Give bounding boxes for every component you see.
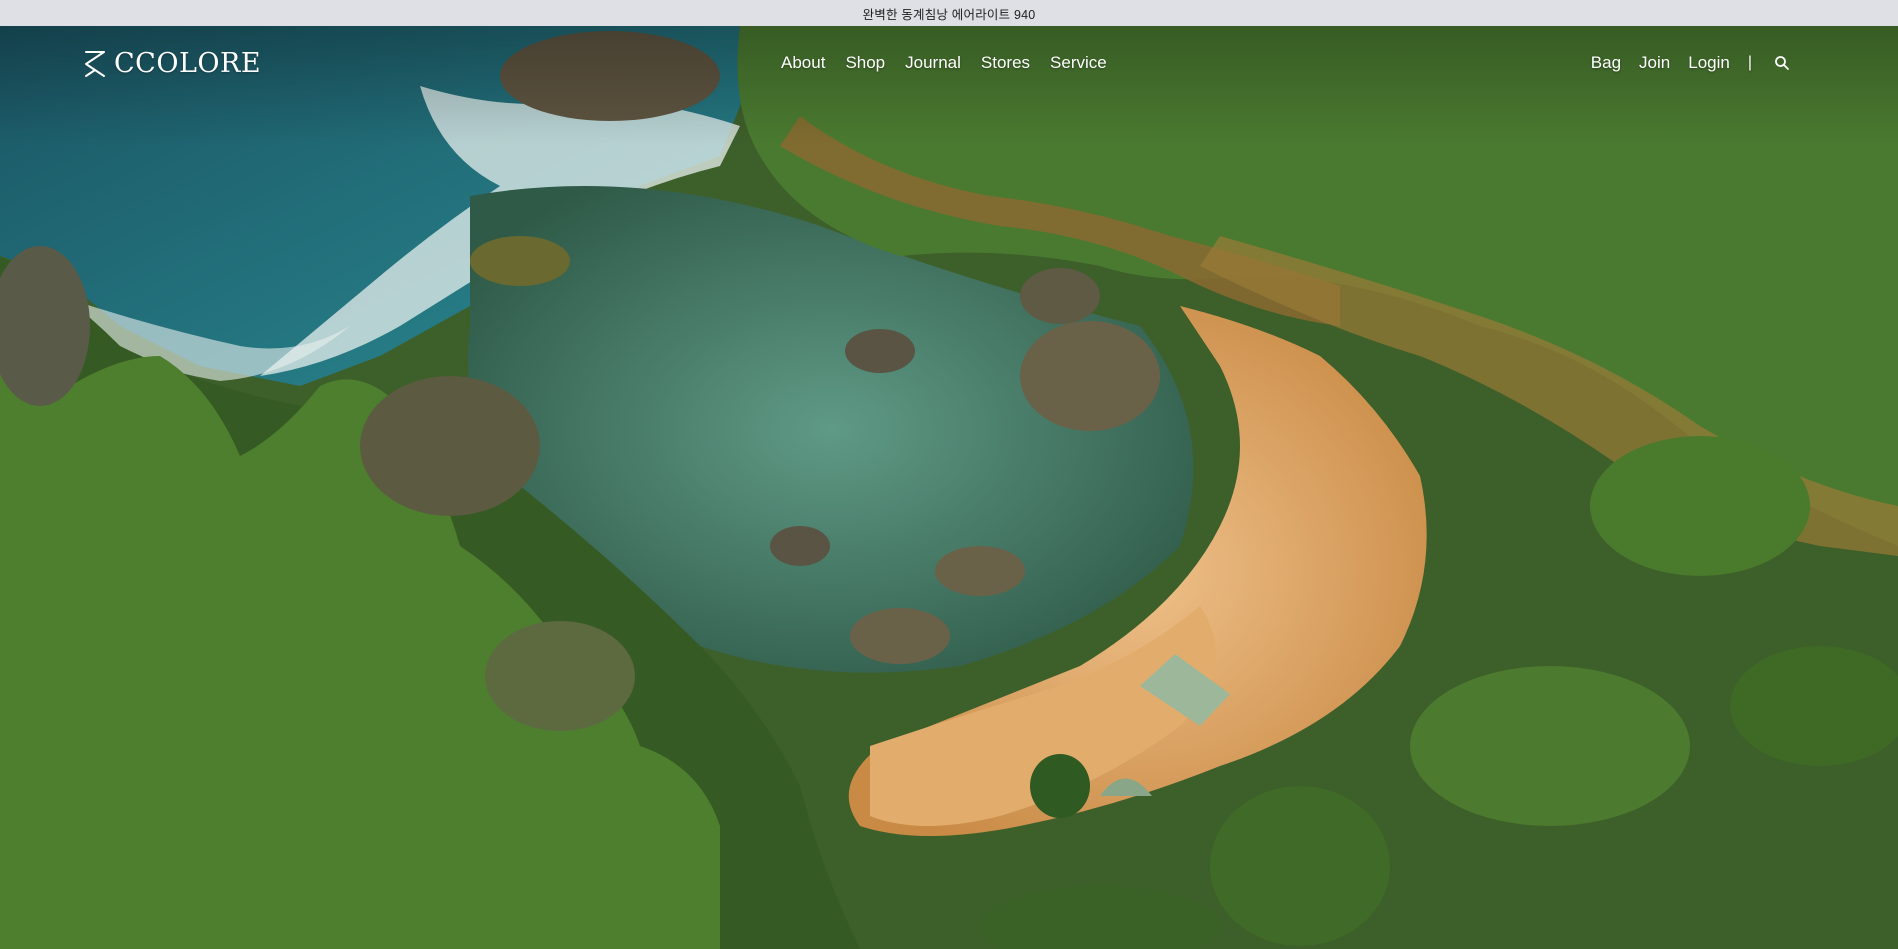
hero-image [0,26,1898,949]
logo[interactable]: CCOLORE [82,48,261,79]
main-nav: About Shop Journal Stores Service [781,53,1107,73]
site-header: CCOLORE About Shop Journal Stores Servic… [0,26,1898,102]
logo-text: CCOLORE [114,48,262,79]
nav-service[interactable]: Service [1050,53,1107,73]
nav-divider: | [1747,54,1752,71]
join-link[interactable]: Join [1639,53,1670,73]
search-icon[interactable] [1774,55,1790,71]
logo-mark-icon [85,50,105,77]
announcement-bar[interactable]: 완벽한 동계침낭 에어라이트 940 [0,0,1898,26]
nav-shop[interactable]: Shop [845,53,885,73]
nav-journal[interactable]: Journal [905,53,961,73]
utility-nav: Bag Join Login | [1591,53,1790,73]
announcement-text[interactable]: 완벽한 동계침낭 에어라이트 940 [863,4,1036,23]
bag-link[interactable]: Bag [1591,53,1621,73]
login-link[interactable]: Login [1688,53,1730,73]
nav-stores[interactable]: Stores [981,53,1030,73]
nav-about[interactable]: About [781,53,825,73]
